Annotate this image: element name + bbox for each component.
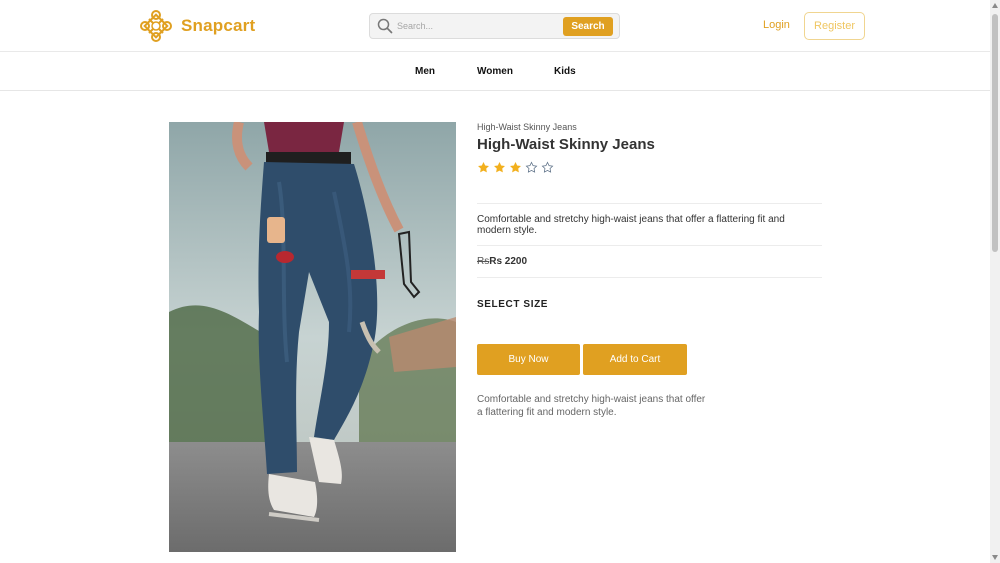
star-filled-icon <box>478 161 489 173</box>
scroll-up-arrow-icon[interactable] <box>992 3 998 8</box>
register-button[interactable]: Register <box>804 12 865 40</box>
login-link[interactable]: Login <box>763 19 790 31</box>
star-filled-icon <box>494 161 505 173</box>
buy-now-button[interactable]: Buy Now <box>477 344 580 375</box>
brand-logo[interactable]: Snapcart <box>139 9 255 43</box>
category-nav: Men Women Kids <box>0 53 990 91</box>
scroll-down-arrow-icon[interactable] <box>992 555 998 560</box>
product-image[interactable] <box>169 122 456 552</box>
current-price: Rs 2200 <box>489 256 528 267</box>
nav-item-men[interactable]: Men <box>415 66 435 77</box>
divider <box>477 277 822 278</box>
old-price: Rs <box>477 256 490 267</box>
star-filled-icon <box>510 161 521 173</box>
select-size-label: SELECT SIZE <box>477 299 549 310</box>
add-to-cart-button[interactable]: Add to Cart <box>583 344 687 375</box>
divider <box>477 245 822 246</box>
brand-logo-icon <box>140 10 172 42</box>
brand-name: Snapcart <box>181 16 256 35</box>
page-scrollbar[interactable] <box>990 0 1000 563</box>
product-description: Comfortable and stretchy high-waist jean… <box>477 214 785 236</box>
product-title: High-Waist Skinny Jeans <box>477 136 655 153</box>
breadcrumb[interactable]: High-Waist Skinny Jeans <box>477 122 577 132</box>
star-empty-icon <box>525 161 538 173</box>
star-empty-icon <box>541 161 554 173</box>
nav-item-women[interactable]: Women <box>477 66 513 77</box>
scroll-thumb[interactable] <box>992 14 998 252</box>
product-price: RsRs 2200 <box>477 256 527 267</box>
nav-item-kids[interactable]: Kids <box>554 66 576 77</box>
product-photo-jeans-icon <box>169 122 456 552</box>
rating-stars <box>477 161 554 174</box>
divider <box>477 203 822 204</box>
product-description-secondary: Comfortable and stretchy high-waist jean… <box>477 394 706 418</box>
search-icon <box>377 18 393 34</box>
search-bar: Search <box>369 13 620 39</box>
top-header: Snapcart Search Login Register <box>0 0 990 52</box>
search-button[interactable]: Search <box>563 17 613 36</box>
search-input[interactable] <box>397 16 557 36</box>
product-page: Snapcart Search Login Register Men Women… <box>0 0 1000 563</box>
